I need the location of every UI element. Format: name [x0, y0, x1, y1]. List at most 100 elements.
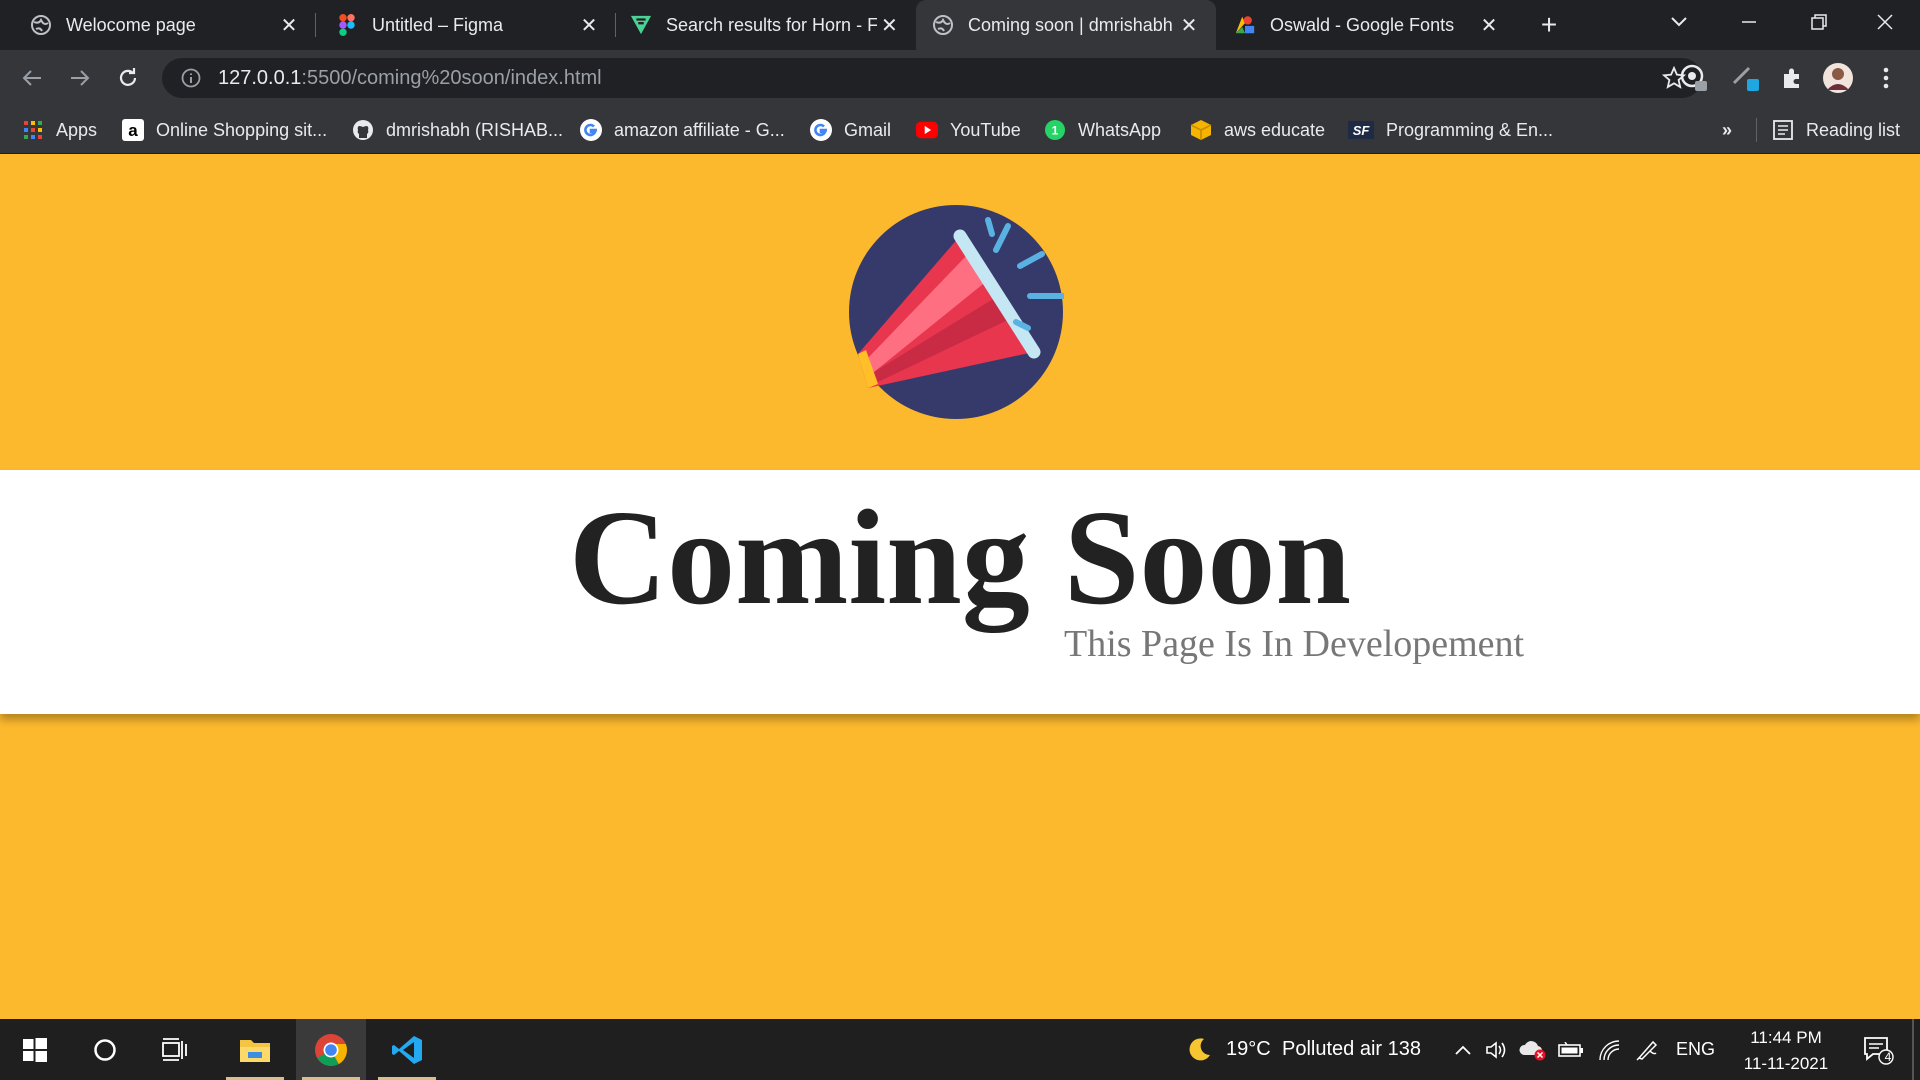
volume-icon[interactable] — [1482, 1019, 1512, 1080]
bookmark-online-shopping[interactable]: a Online Shopping sit... — [122, 106, 327, 154]
battery-icon[interactable] — [1554, 1019, 1588, 1080]
minimize-icon — [1742, 21, 1756, 23]
vscode-icon — [392, 1035, 422, 1064]
reload-button[interactable] — [110, 60, 146, 96]
extension-button[interactable] — [1676, 60, 1712, 96]
language-indicator[interactable]: ENG — [1676, 1019, 1715, 1080]
windows-icon — [23, 1037, 47, 1062]
new-tab-button[interactable]: + — [1528, 9, 1570, 41]
svg-text:a: a — [128, 121, 138, 140]
task-view-button[interactable] — [140, 1019, 210, 1080]
close-icon[interactable]: ✕ — [1176, 12, 1202, 38]
browser-toolbar: 127.0.0.1:5500/coming%20soon/index.html — [0, 50, 1920, 106]
clock[interactable]: 11:44 PM 11-11-2021 — [1736, 1025, 1836, 1077]
back-button[interactable] — [14, 60, 50, 96]
bookmarks-overflow-button[interactable]: » — [1722, 106, 1732, 154]
tab-google-fonts[interactable]: Oswald - Google Fonts ✕ — [1216, 0, 1516, 50]
puzzle-icon — [1784, 68, 1799, 88]
action-center-button[interactable]: 4 — [1850, 1019, 1906, 1080]
chrome-button[interactable] — [296, 1019, 366, 1080]
url-path: :5500/coming%20soon/index.html — [301, 66, 602, 89]
tab-figma[interactable]: Untitled – Figma ✕ — [316, 0, 616, 50]
close-icon[interactable]: ✕ — [1476, 12, 1502, 38]
bookmark-gmail[interactable]: Gmail — [810, 106, 891, 154]
forward-button[interactable] — [62, 60, 98, 96]
page-title: Coming Soon — [568, 483, 1352, 633]
search-button[interactable] — [70, 1019, 140, 1080]
reload-icon — [119, 68, 137, 86]
file-explorer-button[interactable] — [220, 1019, 290, 1080]
chevron-up-icon — [1455, 1045, 1471, 1055]
weather-moon-icon[interactable] — [1178, 1019, 1218, 1080]
address-url: 127.0.0.1:5500/coming%20soon/index.html — [218, 67, 602, 90]
pen-extension-icon — [1732, 66, 1759, 91]
bookmark-label: Gmail — [844, 119, 892, 140]
show-desktop-button[interactable] — [1912, 1019, 1914, 1080]
sf-icon: SF — [1348, 119, 1374, 141]
pen-workspace-icon[interactable] — [1630, 1019, 1664, 1080]
tab-title: Coming soon | dmrishabh — [968, 14, 1173, 35]
bookmark-label: Programming & En... — [1386, 119, 1554, 140]
bookmark-whatsapp[interactable]: 1 WhatsApp — [1044, 106, 1161, 154]
apps-grid-icon — [22, 119, 44, 141]
whatsapp-icon: 1 — [1044, 119, 1066, 141]
tab-coming-soon[interactable]: Coming soon | dmrishabh ✕ — [916, 0, 1216, 50]
restore-button[interactable] — [1784, 0, 1854, 44]
bookmark-label: aws educate — [1224, 119, 1326, 140]
headline-band: Coming Soon This Page Is In Developement — [0, 470, 1920, 714]
bookmark-youtube[interactable]: YouTube — [916, 106, 1021, 154]
svg-text:1: 1 — [1052, 124, 1059, 138]
tab-title: Untitled – Figma — [372, 14, 504, 35]
minimize-button[interactable] — [1714, 0, 1784, 44]
close-icon[interactable]: ✕ — [276, 12, 302, 38]
arrow-left-icon — [22, 70, 41, 86]
close-icon[interactable]: ✕ — [877, 12, 902, 38]
arrow-right-icon — [71, 70, 90, 86]
clock-date: 11-11-2021 — [1743, 1054, 1829, 1073]
more-vert-icon — [1883, 67, 1889, 89]
tab-flaticon[interactable]: Search results for Horn - Fl ✕ — [616, 0, 916, 50]
close-icon[interactable]: ✕ — [576, 12, 602, 38]
bookmark-label: Online Shopping sit... — [156, 119, 328, 140]
bookmark-programming[interactable]: SF Programming & En... — [1348, 106, 1553, 154]
page-subtitle: This Page Is In Developement — [1064, 623, 1525, 665]
reading-list-label: Reading list — [1806, 119, 1901, 140]
bookmark-label: Apps — [56, 119, 98, 140]
github-icon — [352, 119, 374, 141]
svg-text:SF: SF — [1353, 123, 1371, 138]
menu-button[interactable] — [1868, 60, 1904, 96]
google-fonts-icon — [1234, 14, 1256, 36]
bookmark-aws-educate[interactable]: aws educate — [1190, 106, 1325, 154]
vscode-button[interactable] — [372, 1019, 442, 1080]
tab-title: Welocome page — [66, 14, 196, 35]
tab-title: Search results for Horn - Fl — [666, 14, 877, 35]
close-window-button[interactable] — [1850, 0, 1920, 44]
tab-welcome[interactable]: Welocome page ✕ — [0, 0, 316, 50]
weather-temp[interactable]: 19°C — [1226, 1019, 1271, 1080]
profile-button[interactable] — [1820, 60, 1856, 96]
weather-status[interactable]: Polluted air 138 — [1282, 1019, 1421, 1080]
extension-button[interactable] — [1728, 60, 1764, 96]
bookmark-apps[interactable]: Apps — [22, 106, 97, 154]
bookmark-amazon-affiliate[interactable]: amazon affiliate - G... — [580, 106, 785, 154]
info-icon[interactable] — [178, 68, 204, 88]
bookmark-label: dmrishabh (RISHAB... — [386, 119, 564, 140]
reading-list-button[interactable]: Reading list — [1772, 106, 1900, 154]
address-bar[interactable]: 127.0.0.1:5500/coming%20soon/index.html — [162, 58, 1702, 98]
extensions-button[interactable] — [1774, 60, 1810, 96]
show-hidden-icons-button[interactable] — [1448, 1019, 1478, 1080]
bookmark-label: amazon affiliate - G... — [614, 119, 785, 140]
bookmark-label: WhatsApp — [1078, 119, 1162, 140]
youtube-icon — [916, 119, 938, 141]
google-icon — [810, 119, 832, 141]
start-button[interactable] — [0, 1019, 70, 1080]
folder-icon — [240, 1039, 270, 1062]
globe-icon — [30, 14, 52, 36]
clock-time: 11:44 PM — [1750, 1028, 1822, 1047]
tab-search-button[interactable] — [1644, 0, 1714, 44]
bookmark-github[interactable]: dmrishabh (RISHAB... — [352, 106, 563, 154]
tab-strip: Welocome page ✕ Untitled – Figma ✕ Searc… — [0, 0, 1920, 50]
chevron-down-icon — [1671, 17, 1687, 27]
wifi-icon[interactable] — [1592, 1019, 1626, 1080]
onedrive-error-icon[interactable] — [1516, 1019, 1550, 1080]
